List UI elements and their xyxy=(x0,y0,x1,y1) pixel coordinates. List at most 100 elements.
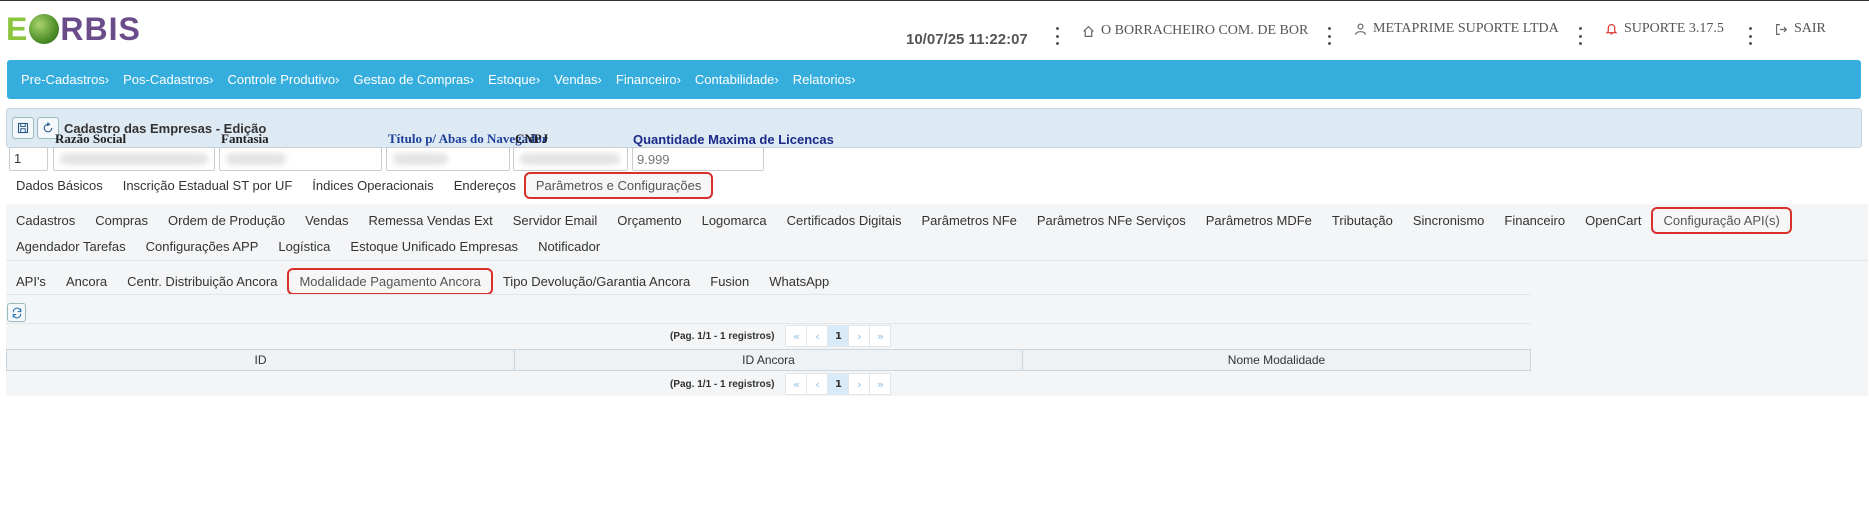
divider xyxy=(6,260,1868,261)
kebab-menu-icon[interactable] xyxy=(1327,27,1331,45)
logout-icon xyxy=(1776,23,1788,35)
titulo-abas-field[interactable] xyxy=(386,147,510,171)
api-tabs: API's Ancora Centr. Distribuição Ancora … xyxy=(6,268,839,295)
menu-estoque[interactable]: Estoque› xyxy=(488,72,540,87)
next-page-button[interactable]: › xyxy=(848,325,871,347)
bell-icon xyxy=(1605,23,1618,35)
tab-logomarca[interactable]: Logomarca xyxy=(692,207,777,234)
tab-centr-distribuicao-ancora[interactable]: Centr. Distribuição Ancora xyxy=(117,268,287,295)
save-button[interactable] xyxy=(12,117,34,139)
kebab-menu-icon[interactable] xyxy=(1055,27,1059,45)
tab-ancora[interactable]: Ancora xyxy=(56,268,117,295)
user-menu[interactable]: METAPRIME SUPORTE LTDA xyxy=(1354,1,1559,57)
app-header: E RBIS 10/07/25 11:22:07 O BORRACHEIRO C… xyxy=(0,1,1869,57)
home-icon xyxy=(1083,25,1094,37)
tab-servidor-email[interactable]: Servidor Email xyxy=(503,207,608,234)
company-name: O BORRACHEIRO COM. DE BOR xyxy=(1101,23,1309,38)
last-page-button[interactable]: » xyxy=(869,373,892,395)
pagination-info: (Pag. 1/1 - 1 registros) xyxy=(670,330,775,342)
tab-estoque-unificado[interactable]: Estoque Unificado Empresas xyxy=(340,233,528,260)
tab-vendas[interactable]: Vendas xyxy=(295,207,358,234)
tab-opencart[interactable]: OpenCart xyxy=(1575,207,1651,234)
tab-tipo-devolucao-garantia[interactable]: Tipo Devolução/Garantia Ancora xyxy=(493,268,700,295)
prev-page-button[interactable]: ‹ xyxy=(806,325,829,347)
support-version[interactable]: SUPORTE 3.17.5 xyxy=(1605,1,1724,57)
refresh-icon xyxy=(43,122,53,133)
logout-button[interactable]: SAIR xyxy=(1775,1,1826,57)
menu-pos-cadastros[interactable]: Pos-Cadastros› xyxy=(123,72,213,87)
logout-label: SAIR xyxy=(1794,21,1826,36)
tab-whatsapp[interactable]: WhatsApp xyxy=(759,268,839,295)
tab-parametros-mdfe[interactable]: Parâmetros MDFe xyxy=(1196,207,1322,234)
menu-pre-cadastros[interactable]: Pre-Cadastros› xyxy=(21,72,109,87)
tab-parametros-nfe-servicos[interactable]: Parâmetros NFe Serviços xyxy=(1027,207,1196,234)
menu-financeiro[interactable]: Financeiro› xyxy=(616,72,681,87)
licencas-field[interactable] xyxy=(632,147,764,171)
column-header-id-ancora[interactable]: ID Ancora xyxy=(515,350,1023,370)
first-page-button[interactable]: « xyxy=(785,373,808,395)
kebab-menu-icon[interactable] xyxy=(1748,27,1752,45)
kebab-menu-icon[interactable] xyxy=(1578,27,1582,45)
user-name: METAPRIME SUPORTE LTDA xyxy=(1373,21,1559,36)
tab-ordem-producao[interactable]: Ordem de Produção xyxy=(158,207,295,234)
tab-logistica[interactable]: Logística xyxy=(268,233,340,260)
eorbis-logo: E RBIS xyxy=(6,11,141,47)
prev-page-button[interactable]: ‹ xyxy=(806,373,829,395)
logo-globe-icon xyxy=(29,14,60,44)
tab-notificador[interactable]: Notificador xyxy=(528,233,610,260)
cnpj-label: CNPJ xyxy=(515,131,549,146)
cnpj-field[interactable] xyxy=(513,147,628,171)
column-header-id[interactable]: ID xyxy=(7,350,515,370)
tab-parametros-configuracoes[interactable]: Parâmetros e Configurações xyxy=(523,172,714,199)
licencas-label: Quantidade Maxima de Licencas xyxy=(633,132,834,147)
divider xyxy=(6,323,1531,324)
tab-compras[interactable]: Compras xyxy=(85,207,158,234)
tab-modalidade-pagamento-ancora[interactable]: Modalidade Pagamento Ancora xyxy=(287,268,493,295)
tab-sincronismo[interactable]: Sincronismo xyxy=(1403,207,1495,234)
tab-parametros-nfe[interactable]: Parâmetros NFe xyxy=(912,207,1027,234)
main-tabs: Dados Básicos Inscrição Estadual ST por … xyxy=(6,172,714,199)
tab-dados-basicos[interactable]: Dados Básicos xyxy=(6,172,113,199)
next-page-button[interactable]: › xyxy=(848,373,871,395)
menu-vendas[interactable]: Vendas› xyxy=(554,72,602,87)
tab-agendador-tarefas[interactable]: Agendador Tarefas xyxy=(6,233,136,260)
current-page-button[interactable]: 1 xyxy=(827,325,850,347)
tab-certificados-digitais[interactable]: Certificados Digitais xyxy=(777,207,912,234)
tab-configuracoes-app[interactable]: Configurações APP xyxy=(136,233,269,260)
menu-gestao-compras[interactable]: Gestao de Compras› xyxy=(353,72,474,87)
menu-controle-produtivo[interactable]: Controle Produtivo› xyxy=(227,72,339,87)
logo-letter-e: E xyxy=(6,10,29,47)
tab-enderecos[interactable]: Endereços xyxy=(444,172,526,199)
first-page-button[interactable]: « xyxy=(785,325,808,347)
last-page-button[interactable]: » xyxy=(869,325,892,347)
razao-social-field[interactable] xyxy=(53,147,215,171)
parametros-tabs-row2: Agendador Tarefas Configurações APP Logí… xyxy=(6,233,610,260)
save-icon xyxy=(17,122,29,134)
tab-inscricao-estadual[interactable]: Inscrição Estadual ST por UF xyxy=(113,172,303,199)
pagination-bottom: (Pag. 1/1 - 1 registros) « ‹ 1 › » xyxy=(670,373,892,395)
header-datetime: 10/07/25 11:22:07 xyxy=(906,30,1028,48)
divider xyxy=(6,294,1531,295)
refresh-icon xyxy=(12,307,21,318)
id-field[interactable]: 1 xyxy=(9,147,48,171)
fantasia-field[interactable] xyxy=(219,147,382,171)
tab-apis[interactable]: API's xyxy=(6,268,56,295)
grid-refresh-button[interactable] xyxy=(7,303,26,322)
tab-financeiro[interactable]: Financeiro xyxy=(1494,207,1575,234)
tab-remessa-vendas-ext[interactable]: Remessa Vendas Ext xyxy=(358,207,502,234)
column-header-nome-modalidade[interactable]: Nome Modalidade xyxy=(1023,350,1530,370)
current-page-button[interactable]: 1 xyxy=(827,373,850,395)
menu-relatorios[interactable]: Relatorios› xyxy=(793,72,856,87)
tab-cadastros[interactable]: Cadastros xyxy=(6,207,85,234)
data-grid-header: ID ID Ancora Nome Modalidade xyxy=(6,349,1531,371)
menu-contabilidade[interactable]: Contabilidade› xyxy=(695,72,779,87)
tab-indices-operacionais[interactable]: Índices Operacionais xyxy=(302,172,443,199)
company-selector[interactable]: O BORRACHEIRO COM. DE BOR xyxy=(1082,3,1308,59)
tab-orcamento[interactable]: Orçamento xyxy=(607,207,691,234)
tab-tributacao[interactable]: Tributação xyxy=(1322,207,1403,234)
tab-configuracao-apis[interactable]: Configuração API(s) xyxy=(1651,207,1792,234)
pagination-info: (Pag. 1/1 - 1 registros) xyxy=(670,378,775,390)
user-icon xyxy=(1355,23,1366,35)
tab-fusion[interactable]: Fusion xyxy=(700,268,759,295)
pagination-top: (Pag. 1/1 - 1 registros) « ‹ 1 › » xyxy=(670,325,892,347)
